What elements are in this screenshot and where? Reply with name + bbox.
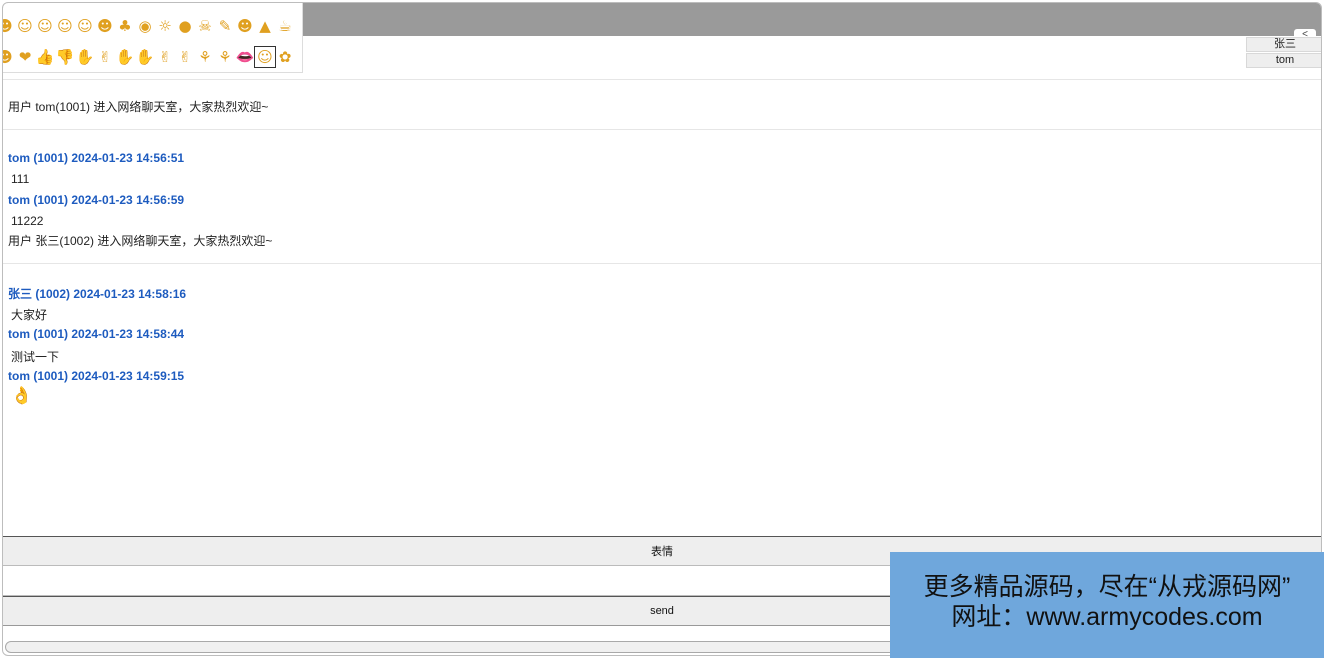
system-message: 用户 tom(1001) 进入网络聊天室，大家热烈欢迎~ [8,100,269,114]
message-header: 张三 (1002) 2024-01-23 14:58:16 [8,287,187,301]
emoji-icon[interactable]: ✌ [155,47,175,67]
emoji-icon[interactable]: ☻ [235,16,255,36]
online-user-list: 张三 tom [1246,37,1321,69]
emoji-icon[interactable]: ✎ [215,16,235,36]
emoji-icon[interactable]: ☺ [75,16,95,36]
watermark-line: 更多精品源码，尽在“从戎源码网” [923,573,1291,601]
emoji-icon[interactable]: ☻ [95,16,115,36]
emoji-icon[interactable]: ☼ [155,16,175,36]
message-body: 大家好 [11,308,48,322]
emoji-row: ☻☺☺☺☺☻♣◉☼●☠✎☻▲☕ [3,16,295,36]
emoji-icon[interactable]: ♣ [115,16,135,36]
emoji-icon[interactable]: ✋ [135,47,155,67]
watermark-banner: 更多精品源码，尽在“从戎源码网” 网址：www.armycodes.com [890,552,1324,658]
emoji-icon[interactable]: ☠ [195,16,215,36]
message-body: 11222 [11,214,44,228]
emoji-icon[interactable]: ☺ [15,16,35,36]
message-header: tom (1001) 2024-01-23 14:56:51 [8,151,185,165]
emoji-icon[interactable]: ✋ [75,47,95,67]
system-message: 用户 张三(1002) 进入网络聊天室，大家热烈欢迎~ [8,234,273,248]
emoji-icon[interactable]: ☺ [254,46,276,68]
emoji-icon[interactable]: ☺ [55,16,75,36]
user-item-tom[interactable]: tom [1246,53,1321,68]
emoji-panel: ☻☺☺☺☺☻♣◉☼●☠✎☻▲☕ ☻❤👍👎✋✌✋✋✌✌⚘⚘👄☺✿ [3,3,303,73]
message-header: tom (1001) 2024-01-23 14:58:44 [8,327,185,341]
divider [3,263,1321,264]
emoji-icon[interactable]: 👎 [55,47,75,67]
emoji-icon[interactable]: ▲ [255,16,275,36]
message-body: 测试一下 [11,350,60,364]
ok-hand-emoji: 👌 [11,386,33,406]
user-item-zhangsan[interactable]: 张三 [1246,37,1321,52]
emoji-icon[interactable]: ✌ [95,47,115,67]
message-header: tom (1001) 2024-01-23 14:56:59 [8,193,185,207]
emoji-icon[interactable]: ☻ [3,47,15,67]
message-body: 111 [11,172,30,186]
chat-log: 用户 tom(1001) 进入网络聊天室，大家热烈欢迎~ tom (1001) … [3,79,1321,537]
emoji-icon[interactable]: ☻ [3,16,15,36]
emoji-icon[interactable]: ◉ [135,16,155,36]
watermark-url: 网址：www.armycodes.com [951,603,1263,631]
emoji-icon[interactable]: ● [175,16,195,36]
message-header: tom (1001) 2024-01-23 14:59:15 [8,369,185,383]
emoji-icon[interactable]: ☕ [275,16,295,36]
emoji-icon[interactable]: ❤ [15,47,35,67]
emoji-icon[interactable]: ✌ [175,47,195,67]
emoji-icon[interactable]: ⚘ [195,47,215,67]
emoji-icon[interactable]: 👄 [235,47,255,67]
emoji-icon[interactable]: 👍 [35,47,55,67]
emoji-icon[interactable]: ☺ [35,16,55,36]
emoji-icon[interactable]: ✋ [115,47,135,67]
emoji-icon[interactable]: ✿ [275,47,295,67]
emoji-row: ☻❤👍👎✋✌✋✋✌✌⚘⚘👄☺✿ [3,46,295,68]
emoji-icon[interactable]: ⚘ [215,47,235,67]
divider [3,129,1321,130]
